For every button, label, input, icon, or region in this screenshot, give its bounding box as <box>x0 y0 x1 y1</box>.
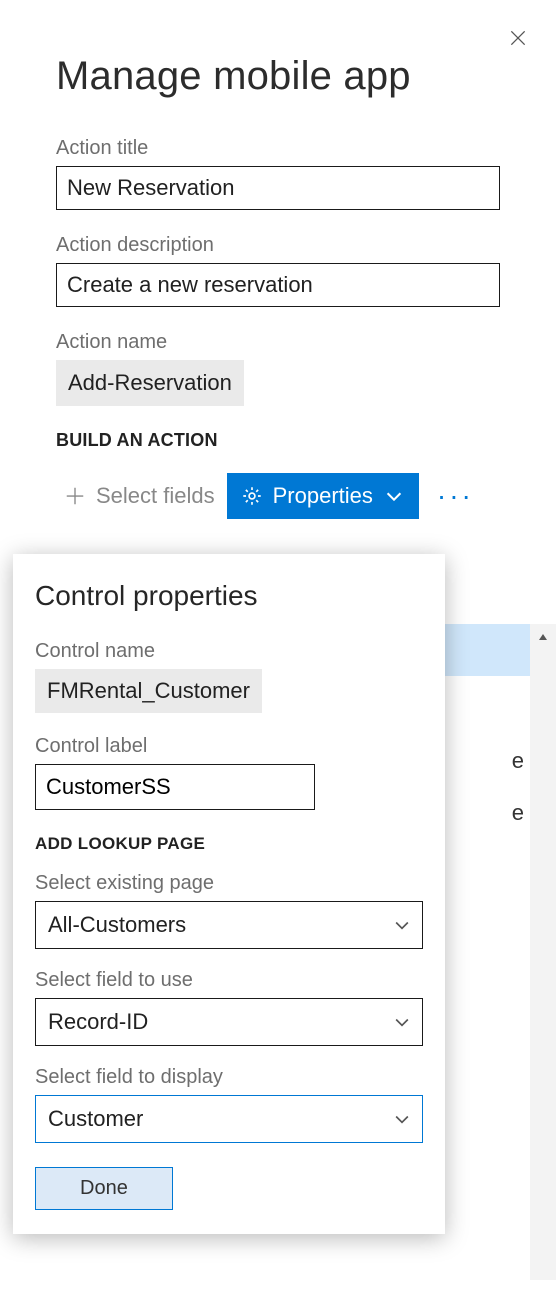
action-name-group: Action name Add-Reservation <box>56 331 500 406</box>
close-button[interactable] <box>508 28 532 52</box>
action-toolbar: Select fields Properties ··· <box>60 473 500 519</box>
plus-icon <box>64 485 86 507</box>
select-field-to-display-value: Customer <box>48 1106 143 1132</box>
more-options-button[interactable]: ··· <box>419 482 484 510</box>
control-properties-popover: Control properties Control name FMRental… <box>13 554 445 1234</box>
done-button[interactable]: Done <box>35 1167 173 1210</box>
scroll-up-button[interactable] <box>530 624 556 650</box>
select-existing-page-dropdown[interactable]: All-Customers <box>35 901 423 949</box>
select-existing-page-value: All-Customers <box>48 912 186 938</box>
select-field-to-use-label: Select field to use <box>35 969 423 992</box>
select-fields-label: Select fields <box>96 483 215 509</box>
chevron-down-icon <box>392 1012 412 1032</box>
properties-label: Properties <box>273 483 373 509</box>
action-name-label: Action name <box>56 331 500 354</box>
chevron-down-icon <box>383 485 405 507</box>
scrollbar-track[interactable] <box>530 624 556 1280</box>
page-title: Manage mobile app <box>56 54 500 99</box>
control-label-label: Control label <box>35 735 423 758</box>
close-icon <box>508 28 528 48</box>
action-description-label: Action description <box>56 234 500 257</box>
ellipsis-icon: ··· <box>437 480 474 511</box>
control-name-label: Control name <box>35 640 423 663</box>
action-description-group: Action description <box>56 234 500 307</box>
popover-title: Control properties <box>35 580 423 612</box>
select-field-to-use-dropdown[interactable]: Record-ID <box>35 998 423 1046</box>
gear-icon <box>241 485 263 507</box>
action-description-input[interactable] <box>56 263 500 307</box>
chevron-up-icon <box>538 632 548 642</box>
add-lookup-header: ADD LOOKUP PAGE <box>35 834 423 854</box>
properties-button[interactable]: Properties <box>227 473 419 519</box>
chevron-down-icon <box>392 915 412 935</box>
select-field-to-display-label: Select field to display <box>35 1066 423 1089</box>
chevron-down-icon <box>392 1109 412 1129</box>
control-label-input[interactable] <box>35 764 315 810</box>
action-title-label: Action title <box>56 137 500 160</box>
list-row-text: e <box>512 800 524 826</box>
select-existing-page-label: Select existing page <box>35 872 423 895</box>
manage-mobile-app-panel: Manage mobile app Action title Action de… <box>0 0 556 519</box>
control-name-value: FMRental_Customer <box>35 669 262 713</box>
action-name-value: Add-Reservation <box>56 360 244 406</box>
action-title-input[interactable] <box>56 166 500 210</box>
select-field-to-display-dropdown[interactable]: Customer <box>35 1095 423 1143</box>
select-fields-button[interactable]: Select fields <box>60 475 227 517</box>
action-title-group: Action title <box>56 137 500 210</box>
build-action-header: BUILD AN ACTION <box>56 430 500 451</box>
select-field-to-use-value: Record-ID <box>48 1009 148 1035</box>
list-row-text: e <box>512 748 524 774</box>
